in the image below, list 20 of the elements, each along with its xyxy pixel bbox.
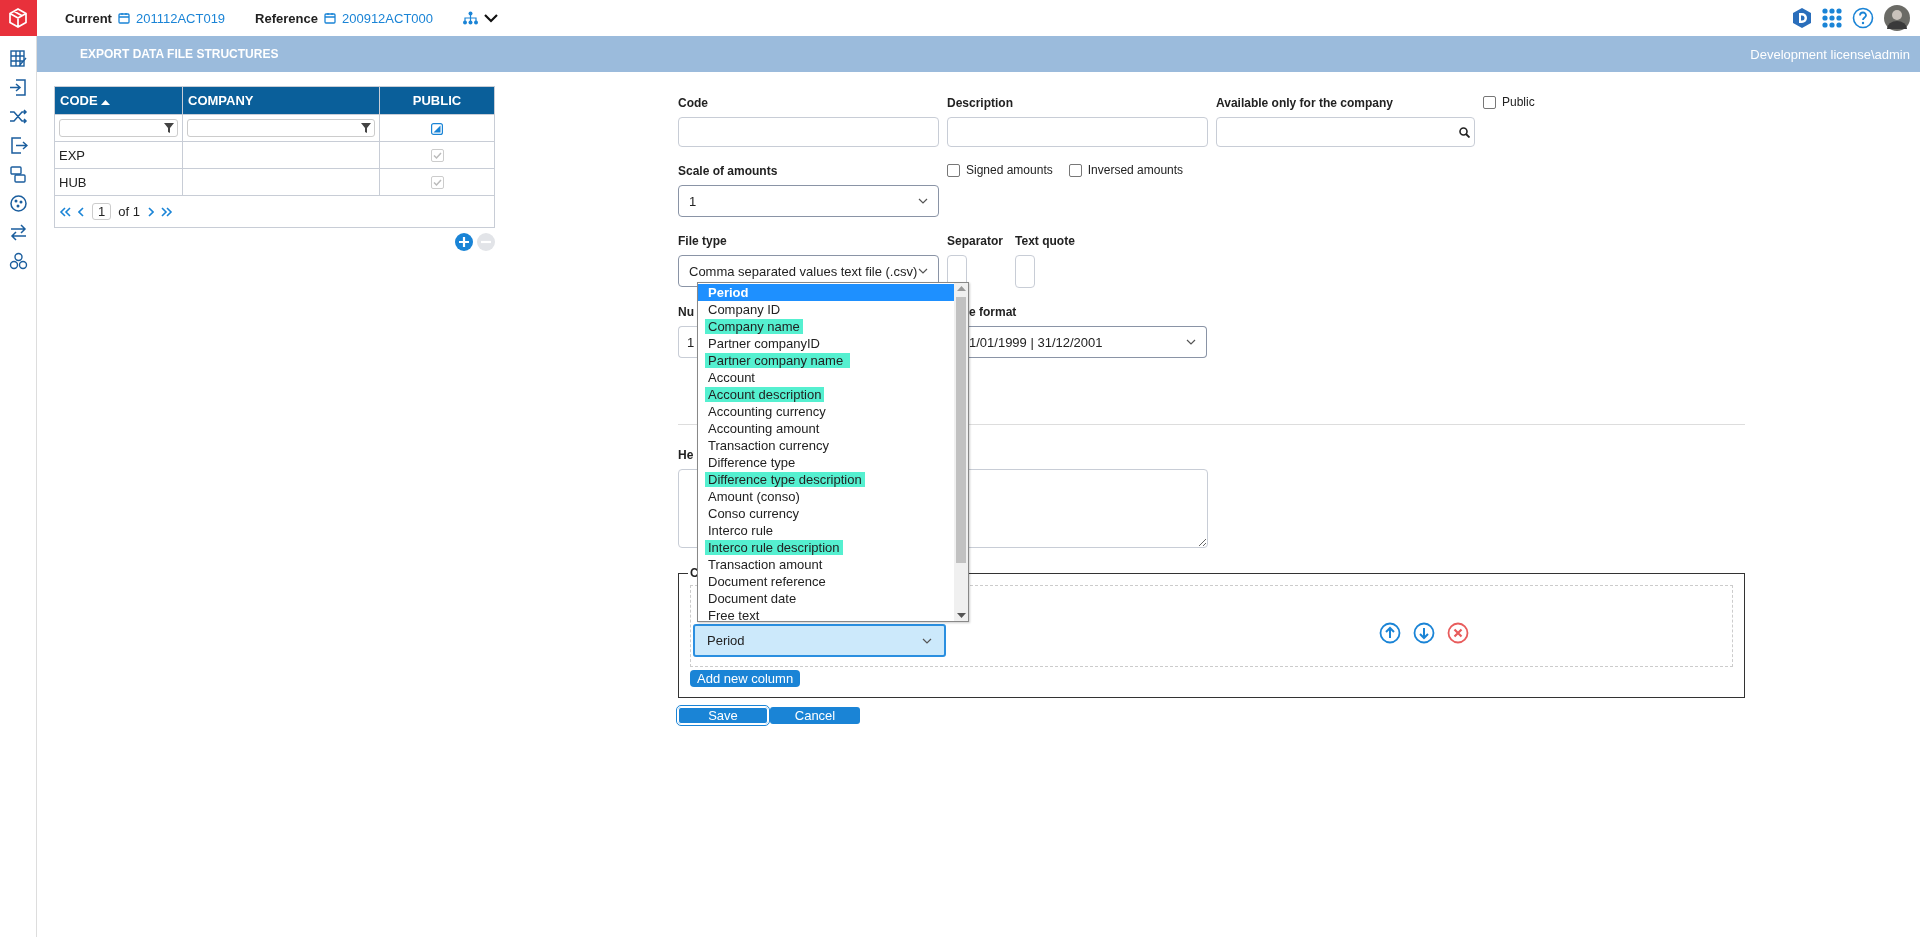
- field-label: Description: [947, 95, 1013, 110]
- field-label: e format: [968, 304, 1017, 319]
- checkbox-label: Signed amounts: [966, 163, 1053, 177]
- page-count: of 1: [118, 204, 140, 219]
- field-label: File type: [678, 233, 727, 248]
- current-label: Current: [65, 10, 112, 26]
- field-label: Available only for the company: [1216, 95, 1393, 110]
- table-cell: EXP: [54, 141, 183, 169]
- field-label: Scale of amounts: [678, 163, 778, 178]
- field-label: Code: [678, 95, 708, 110]
- license-user-label: Development license\admin: [1750, 46, 1910, 62]
- checkbox-label: Inversed amounts: [1087, 163, 1184, 177]
- checkbox-label: Public: [1502, 95, 1535, 109]
- page-title: EXPORT DATA FILE STRUCTURES: [80, 47, 279, 61]
- field-label: He: [678, 447, 694, 462]
- field-label: Separator: [947, 233, 1004, 248]
- field-label: Text quote: [1015, 233, 1075, 248]
- reference-label: Reference: [255, 10, 318, 26]
- table-cell: HUB: [54, 168, 183, 196]
- field-label: Nu: [678, 304, 694, 319]
